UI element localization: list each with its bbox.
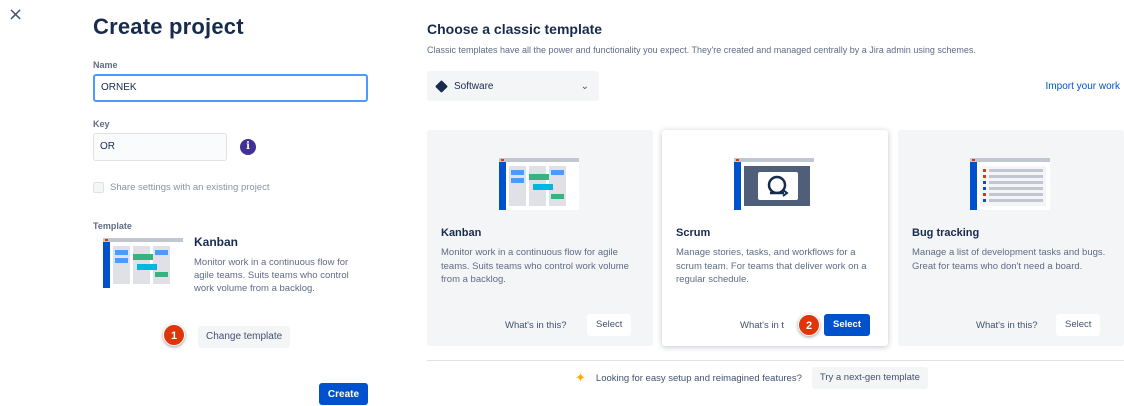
share-settings-checkbox[interactable] (93, 182, 104, 193)
step-marker-2: 2 (798, 314, 820, 336)
footer-divider (427, 360, 1124, 361)
try-next-gen-button[interactable]: Try a next-gen template (811, 367, 928, 389)
key-label: Key (93, 119, 110, 129)
product-dropdown[interactable]: Software ⌄ (427, 71, 599, 101)
select-kanban-button[interactable]: Select (587, 314, 632, 336)
card-title: Kanban (441, 227, 482, 239)
template-card-scrum[interactable]: Scrum Manage stories, tasks, and workflo… (662, 130, 888, 346)
bug-tracking-card-illustration (970, 158, 1050, 210)
next-gen-promo: ✦ Looking for easy setup and reimagined … (575, 367, 928, 389)
info-icon[interactable]: i (240, 139, 256, 155)
key-input[interactable]: OR (93, 133, 227, 161)
card-description: Manage stories, tasks, and workflows for… (676, 247, 867, 285)
software-diamond-icon (435, 79, 448, 93)
share-settings-label: Share settings with an existing project (110, 182, 270, 193)
select-scrum-button[interactable]: Select (824, 314, 870, 336)
whats-in-this-link[interactable]: What's in t (740, 320, 784, 331)
step-marker-1: 1 (163, 324, 185, 346)
close-icon[interactable]: × (8, 4, 23, 25)
share-settings-option[interactable]: Share settings with an existing project (93, 182, 269, 193)
scrum-card-illustration (734, 158, 814, 210)
card-description: Manage a list of development tasks and b… (912, 247, 1106, 272)
template-card-kanban[interactable]: Kanban Monitor work in a continuous flow… (427, 130, 653, 346)
product-dropdown-value: Software (454, 80, 494, 92)
card-title: Bug tracking (912, 227, 980, 239)
sparkle-icon: ✦ (575, 370, 586, 386)
name-input[interactable]: ORNEK (93, 74, 368, 102)
card-title: Scrum (676, 227, 711, 239)
card-description: Monitor work in a continuous flow for ag… (441, 247, 629, 285)
import-your-work-link[interactable]: Import your work (1046, 81, 1120, 92)
template-name: Kanban (194, 235, 239, 249)
template-description: Monitor work in a continuous flow for ag… (194, 257, 349, 294)
template-card-bug-tracking[interactable]: Bug tracking Manage a list of developmen… (898, 130, 1124, 346)
whats-in-this-link[interactable]: What's in this? (505, 320, 566, 331)
select-bug-tracking-button[interactable]: Select (1056, 314, 1101, 336)
kanban-template-thumbnail (103, 238, 183, 288)
chooser-description: Classic templates have all the power and… (427, 45, 976, 55)
template-label: Template (93, 221, 132, 231)
chevron-down-icon: ⌄ (580, 80, 589, 92)
template-chooser: Choose a classic template Classic templa… (427, 0, 1124, 406)
page-title: Create project (93, 14, 244, 39)
create-project-form: Create project Name ORNEK Key OR i Share… (93, 0, 383, 406)
change-template-button[interactable]: Change template (198, 326, 291, 348)
name-label: Name (93, 60, 118, 70)
next-gen-promo-text: Looking for easy setup and reimagined fe… (595, 372, 802, 384)
whats-in-this-link[interactable]: What's in this? (976, 320, 1037, 331)
chooser-title: Choose a classic template (427, 21, 603, 37)
create-button[interactable]: Create (319, 383, 368, 405)
kanban-card-illustration (499, 158, 579, 210)
